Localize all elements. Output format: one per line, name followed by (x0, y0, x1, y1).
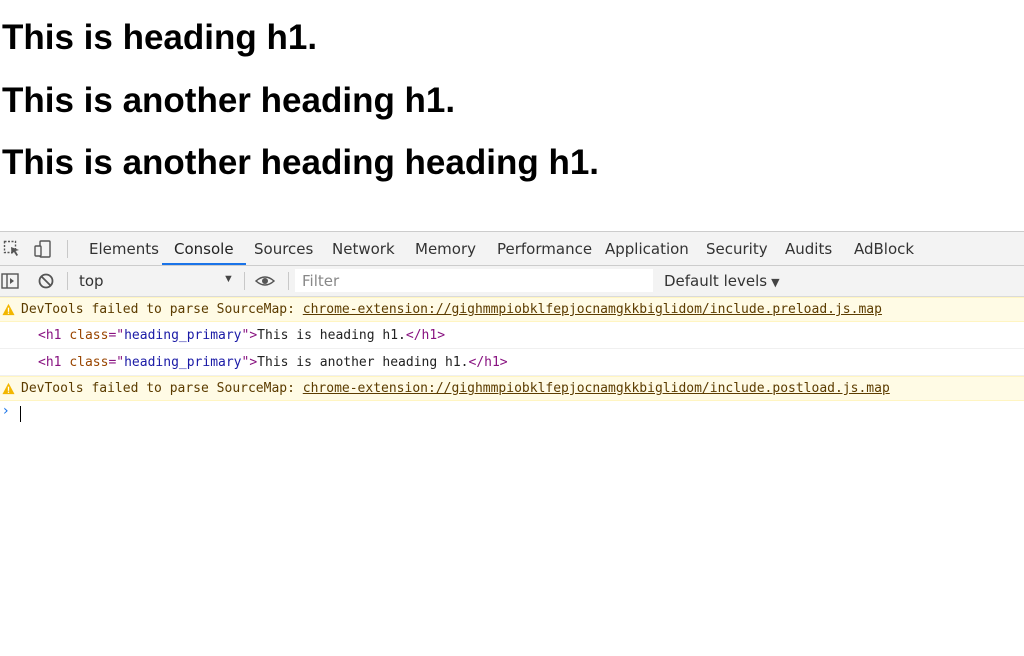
tab-audits[interactable]: Audits (785, 232, 832, 265)
element-text: This is another heading h1. (257, 355, 469, 370)
devtools-panel: Elements Console Sources Network Memory … (0, 231, 1024, 656)
chevron-down-icon: ▼ (771, 276, 780, 289)
tab-sources[interactable]: Sources (254, 232, 313, 265)
live-expression-eye-icon[interactable] (255, 271, 275, 291)
tag-end: </h1> (405, 328, 446, 343)
heading-1: This is heading h1. (2, 18, 318, 57)
attr-eq: =" (108, 328, 125, 343)
console-toolbar: top ▼ Filter Default levels ▼ (0, 266, 1024, 297)
show-sidebar-icon[interactable] (0, 271, 20, 291)
execution-context-select[interactable]: top (79, 272, 104, 290)
log-levels-label: Default levels (664, 272, 768, 290)
console-messages: DevTools failed to parse SourceMap: chro… (0, 297, 1024, 425)
tag-end: </h1> (468, 355, 508, 370)
tag-close-bracket: "> (241, 328, 258, 343)
console-prompt[interactable]: › (0, 401, 1024, 425)
tab-performance[interactable]: Performance (497, 232, 592, 265)
warning-icon (2, 382, 15, 395)
sourcemap-link[interactable]: chrome-extension://gighmmpiobklfepjocnam… (303, 381, 890, 396)
attr-name: class (69, 328, 109, 343)
prompt-chevron-icon: › (3, 403, 9, 419)
clear-console-icon[interactable] (36, 271, 56, 291)
tag-open: <h1 (38, 328, 62, 343)
devtools-tabbar: Elements Console Sources Network Memory … (0, 232, 1024, 266)
tab-security[interactable]: Security (706, 232, 768, 265)
tag-close-bracket: "> (241, 355, 258, 370)
context-dropdown-icon[interactable]: ▼ (223, 273, 234, 285)
toolbar-divider (67, 240, 68, 258)
tag-open: <h1 (38, 355, 62, 370)
console-warning: DevTools failed to parse SourceMap: chro… (0, 376, 1024, 401)
element-text: This is heading h1. (257, 328, 406, 343)
tab-adblock[interactable]: AdBlock (854, 232, 914, 265)
warning-text: DevTools failed to parse SourceMap: (21, 302, 303, 317)
inspect-element-icon[interactable] (2, 239, 22, 259)
console-warning: DevTools failed to parse SourceMap: chro… (0, 297, 1024, 322)
attr-name: class (69, 355, 109, 370)
page-content: This is heading h1. This is another head… (0, 0, 1024, 231)
attr-eq: =" (108, 355, 125, 370)
heading-2: This is another heading h1. (2, 81, 456, 120)
tab-elements[interactable]: Elements (89, 232, 159, 265)
filter-placeholder: Filter (302, 272, 340, 290)
tab-memory[interactable]: Memory (415, 232, 476, 265)
heading-3: This is another heading heading h1. (2, 143, 600, 182)
attr-value: heading_primary (124, 328, 242, 343)
filter-input[interactable]: Filter (295, 269, 653, 292)
toolbar-divider (288, 272, 289, 290)
warning-icon (2, 303, 15, 316)
console-log-row[interactable]: <h1 class="heading_primary">This is anot… (0, 349, 1024, 376)
toolbar-divider (244, 272, 245, 290)
tab-network[interactable]: Network (332, 232, 395, 265)
tab-console[interactable]: Console (162, 232, 246, 265)
sourcemap-link[interactable]: chrome-extension://gighmmpiobklfepjocnam… (303, 302, 882, 317)
tab-application[interactable]: Application (605, 232, 689, 265)
log-levels-dropdown[interactable]: Default levels ▼ (664, 272, 780, 290)
toolbar-divider (67, 272, 68, 290)
attr-value: heading_primary (124, 355, 242, 370)
warning-text: DevTools failed to parse SourceMap: (21, 381, 303, 396)
device-toolbar-icon[interactable] (33, 239, 53, 259)
console-log-row[interactable]: <h1 class="heading_primary">This is head… (0, 322, 1024, 349)
text-cursor (20, 406, 21, 422)
